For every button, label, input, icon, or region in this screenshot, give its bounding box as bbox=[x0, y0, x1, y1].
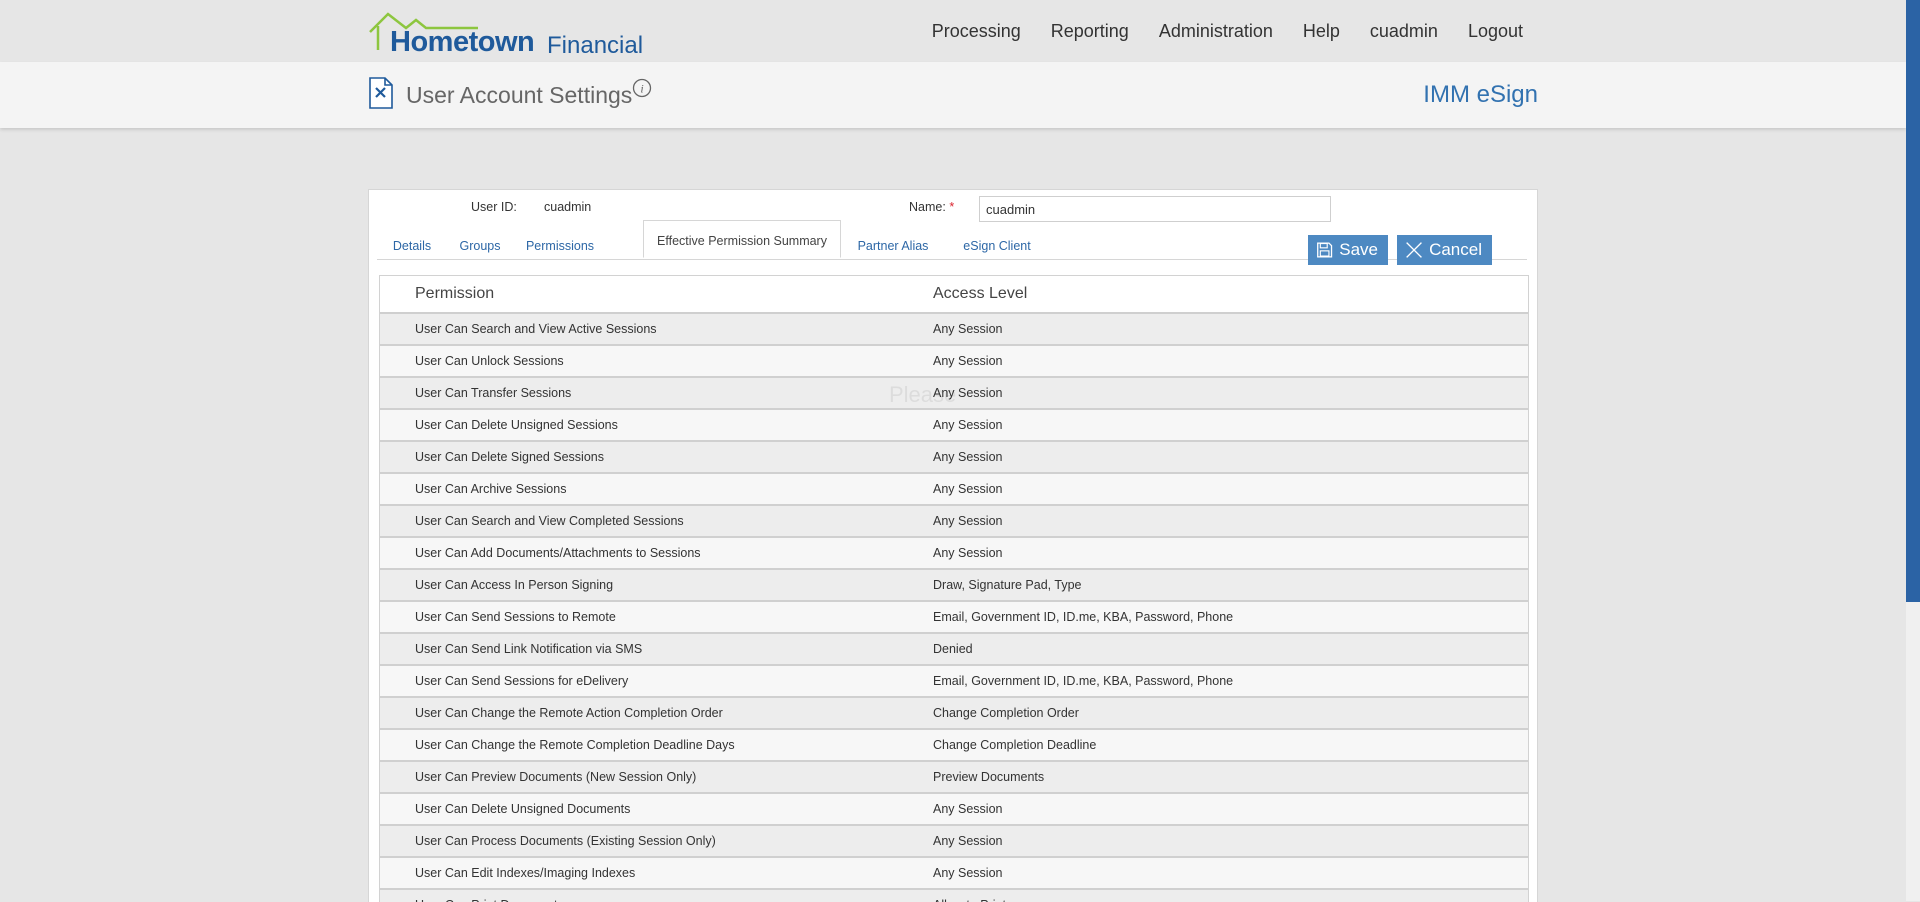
floppy-disk-icon bbox=[1317, 242, 1333, 258]
permission-cell: User Can Send Sessions for eDelivery bbox=[415, 674, 629, 688]
table-row[interactable]: User Can Send Sessions for eDelivery Emai… bbox=[380, 666, 1528, 698]
table-header: Permission Access Level bbox=[380, 276, 1528, 314]
permission-cell: User Can Access In Person Signing bbox=[415, 578, 614, 592]
access-level-cell: Any Session bbox=[933, 450, 1003, 464]
top-bar: Hometown Financial Processing Reporting … bbox=[0, 0, 1906, 62]
permission-cell: User Can Edit Indexes/Imaging Indexes bbox=[415, 866, 636, 880]
hometown-financial-logo[interactable]: Hometown Financial bbox=[368, 10, 668, 59]
close-icon bbox=[1406, 242, 1422, 258]
product-name: IMM eSign bbox=[1423, 81, 1538, 108]
table-row[interactable]: User Can Process Documents (Existing Ses… bbox=[380, 826, 1528, 858]
required-mark: * bbox=[949, 200, 955, 214]
permission-cell: User Can Search and View Active Sessions bbox=[415, 322, 657, 336]
access-level-cell: Denied bbox=[933, 642, 973, 656]
table-row[interactable]: User Can Add Documents/Attachments to Se… bbox=[380, 538, 1528, 570]
table-row[interactable]: User Can Delete Unsigned Sessions Any Ses… bbox=[380, 410, 1528, 442]
access-level-cell: Preview Documents bbox=[933, 770, 1045, 784]
column-header-access-level[interactable]: Access Level bbox=[933, 285, 1528, 303]
page-scrollbar[interactable] bbox=[1906, 0, 1920, 901]
scrollbar-thumb[interactable] bbox=[1906, 0, 1920, 602]
table-row[interactable]: User Can Search and View Active Sessions… bbox=[380, 314, 1528, 346]
permission-cell: User Can Delete Unsigned Documents bbox=[415, 802, 631, 816]
nav-help[interactable]: Help bbox=[1303, 21, 1340, 42]
name-label: Name: * bbox=[909, 200, 955, 214]
save-button-label: Save bbox=[1339, 240, 1378, 259]
permission-cell: User Can Delete Unsigned Sessions bbox=[415, 418, 618, 432]
permission-cell: User Can Unlock Sessions bbox=[415, 354, 564, 368]
nav-administration[interactable]: Administration bbox=[1159, 21, 1273, 42]
nav-reporting[interactable]: Reporting bbox=[1051, 21, 1129, 42]
table-row[interactable]: User Can Change the Remote Action Comple… bbox=[380, 698, 1528, 730]
column-header-permission[interactable]: Permission bbox=[380, 285, 933, 303]
table-row[interactable]: User Can Access In Person Signing Draw, S… bbox=[380, 570, 1528, 602]
permission-cell: User Can Add Documents/Attachments to Se… bbox=[415, 546, 701, 560]
access-level-cell: Email, Government ID, ID.me, KBA, Passwo… bbox=[933, 610, 1234, 624]
access-level-cell: Any Session bbox=[933, 514, 1003, 528]
table-row[interactable]: User Can Search and View Completed Sessi… bbox=[380, 506, 1528, 538]
access-level-cell: Change Completion Order bbox=[933, 706, 1079, 720]
tab-partner-alias[interactable]: Partner Alias bbox=[841, 230, 945, 259]
access-level-cell: Any Session bbox=[933, 546, 1003, 560]
user-settings-panel: User ID: cuadmin Name: * Details Groups … bbox=[368, 189, 1538, 902]
page-title: User Account Settings bbox=[406, 82, 633, 108]
permission-cell: User Can Change the Remote Action Comple… bbox=[415, 706, 723, 720]
table-row[interactable]: User Can Delete Unsigned Documents Any Se… bbox=[380, 794, 1528, 826]
tab-groups[interactable]: Groups bbox=[447, 230, 513, 259]
permission-cell: User Can Send Sessions to Remote bbox=[415, 610, 616, 624]
permission-cell: User Can Change the Remote Completion De… bbox=[415, 738, 735, 752]
permission-cell: User Can Delete Signed Sessions bbox=[415, 450, 604, 464]
table-row[interactable]: User Can Preview Documents (New Session … bbox=[380, 762, 1528, 794]
page-header: User Account Settings i IMM eSign bbox=[0, 62, 1906, 128]
table-row[interactable]: User Can Send Link Notification via SMS D… bbox=[380, 634, 1528, 666]
access-level-cell: Any Session bbox=[933, 802, 1003, 816]
permission-cell: User Can Process Documents (Existing Ses… bbox=[415, 834, 716, 848]
nav-user-cuadmin[interactable]: cuadmin bbox=[1370, 21, 1438, 42]
table-row[interactable]: User Can Transfer Sessions Any Session bbox=[380, 378, 1528, 410]
table-body: User Can Search and View Active Sessions… bbox=[380, 314, 1528, 902]
permission-summary-table: Permission Access Level User Can Search … bbox=[379, 275, 1529, 902]
table-row[interactable]: User Can Send Sessions to Remote Email, G… bbox=[380, 602, 1528, 634]
user-id-value: cuadmin bbox=[544, 200, 592, 214]
save-button[interactable]: Save bbox=[1308, 235, 1388, 265]
table-row[interactable]: User Can Edit Indexes/Imaging Indexes Any… bbox=[380, 858, 1528, 890]
table-row[interactable]: User Can Change the Remote Completion De… bbox=[380, 730, 1528, 762]
table-row[interactable]: User Can Unlock Sessions Any Session bbox=[380, 346, 1528, 378]
brand-name-bold: Hometown bbox=[390, 26, 535, 58]
cancel-button[interactable]: Cancel bbox=[1397, 235, 1492, 265]
name-input[interactable] bbox=[979, 196, 1331, 222]
access-level-cell: Any Session bbox=[933, 322, 1003, 336]
permission-cell: User Can Preview Documents (New Session … bbox=[415, 770, 697, 784]
tab-details[interactable]: Details bbox=[377, 230, 447, 259]
table-row[interactable]: User Can Print DocumentsAllow to Print bbox=[380, 890, 1528, 902]
access-level-cell: Any Session bbox=[933, 866, 1003, 880]
nav-logout[interactable]: Logout bbox=[1468, 21, 1523, 42]
main-nav: Processing Reporting Administration Help… bbox=[932, 21, 1523, 42]
permission-cell: User Can Search and View Completed Sessi… bbox=[415, 514, 684, 528]
tab-effective-permission-summary[interactable]: Effective Permission Summary bbox=[643, 220, 841, 258]
table-row[interactable]: User Can Archive Sessions Any Session bbox=[380, 474, 1528, 506]
access-level-cell: Any Session bbox=[933, 482, 1003, 496]
svg-text:i: i bbox=[640, 82, 643, 96]
nav-processing[interactable]: Processing bbox=[932, 21, 1021, 42]
cancel-button-label: Cancel bbox=[1429, 240, 1482, 259]
access-level-cell: Change Completion Deadline bbox=[933, 738, 1097, 752]
access-level-cell: Any Session bbox=[933, 418, 1003, 432]
brand-name-light: Financial bbox=[547, 32, 644, 59]
tab-esign-client[interactable]: eSign Client bbox=[945, 230, 1049, 259]
access-level-cell: Any Session bbox=[933, 354, 1003, 368]
access-level-cell: Draw, Signature Pad, Type bbox=[933, 578, 1082, 592]
permission-cell: User Can Print Documents bbox=[380, 898, 933, 902]
settings-doc-icon bbox=[369, 77, 393, 109]
tab-permissions[interactable]: Permissions bbox=[513, 230, 607, 259]
permission-cell: User Can Transfer Sessions bbox=[415, 386, 572, 400]
access-level-cell: Any Session bbox=[933, 386, 1003, 400]
table-row[interactable]: User Can Delete Signed Sessions Any Sessi… bbox=[380, 442, 1528, 474]
info-icon[interactable]: i bbox=[632, 78, 652, 98]
permission-cell: User Can Send Link Notification via SMS bbox=[415, 642, 643, 656]
user-id-label: User ID: bbox=[471, 200, 517, 214]
access-level-cell: Allow to Print bbox=[933, 898, 1528, 902]
permission-cell: User Can Archive Sessions bbox=[415, 482, 567, 496]
access-level-cell: Email, Government ID, ID.me, KBA, Passwo… bbox=[933, 674, 1234, 688]
access-level-cell: Any Session bbox=[933, 834, 1003, 848]
